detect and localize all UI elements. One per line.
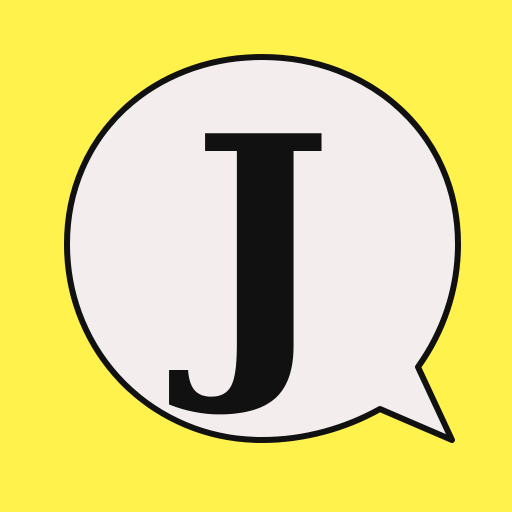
app-icon-graphic: J (0, 0, 512, 512)
app-icon[interactable]: J (0, 0, 512, 512)
letter-j-glyph: J (168, 70, 333, 423)
